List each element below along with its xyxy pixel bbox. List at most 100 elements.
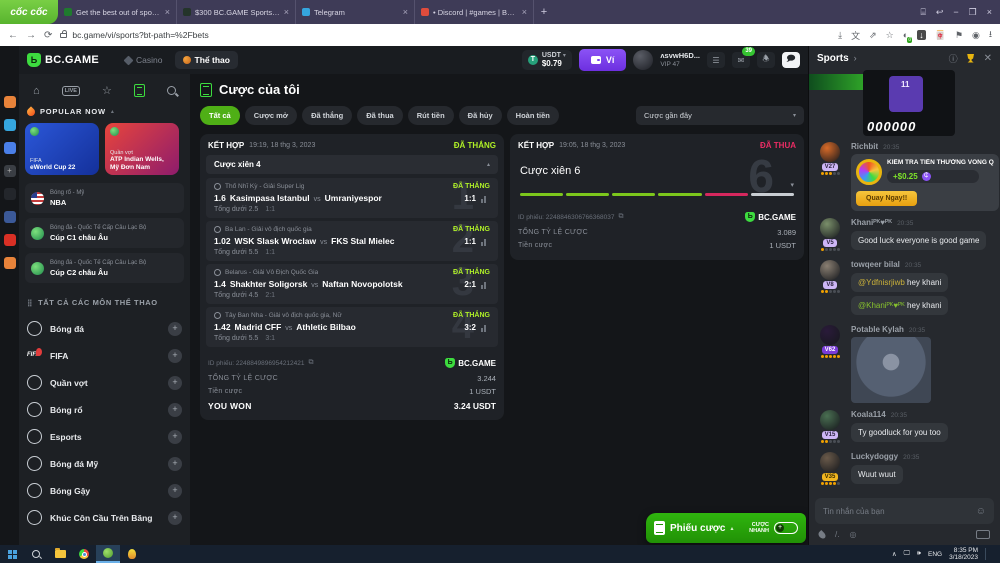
sidebar-item-fifa[interactable]: FIFAFIFA+ [25, 342, 184, 369]
expand-plus-icon[interactable]: + [168, 430, 182, 444]
quick-bet-toggle[interactable] [774, 522, 798, 534]
sidebar-league-item[interactable]: Bóng rổ - MỹNBA [25, 183, 184, 213]
mention[interactable]: @Khaniᴾᴷ♥ᴾᴷ [858, 301, 905, 310]
avatar[interactable] [820, 142, 840, 162]
stats-bars-icon[interactable] [481, 325, 488, 332]
balance-selector[interactable]: T USDT ▾ $0.79 [522, 50, 572, 70]
network-icon[interactable]: 🖵 [904, 550, 910, 558]
file-explorer-icon[interactable] [48, 545, 72, 563]
coin-drop-icon[interactable]: ◎ [849, 530, 856, 539]
chat-username[interactable]: Potable Kylah [851, 325, 904, 334]
chat-room-tab[interactable]: Sports [817, 53, 849, 64]
minimize-button[interactable]: − [953, 7, 958, 17]
filter-chip[interactable]: Rút tiền [408, 106, 454, 125]
close-window-button[interactable]: × [987, 7, 992, 17]
browser-tab[interactable]: • Discord | #games | BC G× [415, 0, 534, 24]
menu-icon[interactable]: ☰ [707, 52, 725, 68]
sidebar-item-b-ng-[interactable]: Bóng đá+ [25, 315, 184, 342]
close-chat-icon[interactable]: ✕ [984, 53, 992, 64]
wallet-button[interactable]: Ví [579, 49, 627, 71]
filter-chip[interactable]: Cược mở [245, 106, 297, 125]
chat-feed[interactable]: 11000000V27Richbit20:35KIỂM TRA TIỀN THƯ… [809, 70, 1000, 494]
sidebar-league-item[interactable]: Bóng đá - Quốc Tế Cấp Câu Lạc BộCúp C2 c… [25, 253, 184, 283]
avatar[interactable] [820, 410, 840, 430]
add-rail-icon[interactable]: + [4, 165, 16, 177]
language-indicator[interactable]: ENG [928, 551, 942, 558]
sidebar-item-b-ng-g-y[interactable]: Bóng Gậy+ [25, 477, 184, 504]
url-field[interactable]: bc.game/vi/sports?bt-path=%2Fbets [60, 30, 830, 40]
flag-extension-icon[interactable]: ⚑ [955, 30, 963, 41]
info-icon[interactable]: ⓘ [949, 52, 958, 65]
sort-dropdown[interactable]: Cược gần đây▾ [636, 106, 804, 125]
expand-plus-icon[interactable]: + [168, 403, 182, 417]
betslip-button[interactable]: Phiếu cược ▴ CƯỢCNHANH [646, 513, 806, 543]
bet-title-row[interactable]: Cược xiên 66▾ [510, 155, 804, 193]
expand-plus-icon[interactable]: + [168, 376, 182, 390]
bet-card-won[interactable]: KẾT HỢP19:19, 18 thg 3, 2023ĐÃ THẮNGCược… [200, 134, 504, 420]
expand-plus-icon[interactable]: + [168, 322, 182, 336]
filter-chip[interactable]: Hoàn tiền [507, 106, 559, 125]
bookmark-star-icon[interactable]: ☆ [886, 30, 894, 41]
expand-plus-icon[interactable]: + [168, 457, 182, 471]
copy-icon[interactable]: ⧉ [309, 359, 314, 367]
popular-now-header[interactable]: POPULAR NOW ▴ [25, 107, 184, 123]
profile-icon[interactable]: ◉ [972, 30, 980, 41]
avatar[interactable] [820, 325, 840, 345]
app-icon[interactable] [120, 545, 144, 563]
command-icon[interactable]: /. [835, 530, 839, 539]
chat-image[interactable]: 11000000 [863, 70, 955, 136]
chat-toggle-icon[interactable]: 🗩 [782, 52, 800, 68]
avatar[interactable] [820, 218, 840, 238]
stats-bars-icon[interactable] [481, 282, 488, 289]
collapse-icon[interactable]: ▴ [487, 161, 490, 168]
chat-username[interactable]: Khaniᴾᴷ♥ᴾᴷ [851, 218, 892, 227]
new-tab-button[interactable]: + [534, 0, 554, 24]
tab-search-icon[interactable]: ⌸ [920, 7, 925, 18]
sidebar-item-b-ng-m-[interactable]: Bóng đá Mỹ+ [25, 450, 184, 477]
share-icon[interactable]: ⇗ [869, 30, 877, 41]
expand-icon[interactable]: ▾ [790, 181, 794, 189]
chat-image[interactable] [851, 337, 931, 403]
sidebar-league-item[interactable]: Bóng đá - Quốc Tế Cấp Câu Lạc BộCúp C1 c… [25, 218, 184, 248]
expand-plus-icon[interactable]: + [168, 484, 182, 498]
chat-username[interactable]: Koala114 [851, 410, 886, 419]
downloads-icon[interactable]: ⭳ [989, 27, 992, 43]
chat-username[interactable]: Richbit [851, 142, 878, 151]
browser-tab[interactable]: $300 BC.GAME Sports Parla× [177, 0, 296, 24]
telegram-rail-icon[interactable] [4, 119, 16, 131]
show-desktop-button[interactable] [993, 545, 996, 563]
save-page-icon[interactable]: ⤓ [838, 30, 842, 41]
taskbar-search-icon[interactable] [24, 545, 48, 563]
bell-icon[interactable]: 🕭 [757, 52, 775, 68]
chat-input[interactable]: Tin nhắn của bạn ☺ [815, 498, 994, 524]
promo-card[interactable]: Quần vợtATP Indian Wells, Mỹ Đơn Nam [105, 123, 179, 175]
sidebar-item-b-ng-r-[interactable]: Bóng rổ+ [25, 396, 184, 423]
tab-close-icon[interactable]: × [165, 7, 170, 17]
tab-close-icon[interactable]: × [522, 7, 527, 17]
facebook-rail-icon[interactable] [4, 211, 16, 223]
sidebar-item-qu-n-v-t[interactable]: Quần vợt+ [25, 369, 184, 396]
back-button[interactable]: ← [8, 30, 18, 41]
bcgame-logo[interactable]: BC.GAME [27, 53, 99, 67]
chevron-right-icon[interactable]: › [854, 53, 857, 63]
favorites-star-icon[interactable]: ☆ [102, 84, 112, 97]
tab-close-icon[interactable]: × [403, 7, 408, 17]
home-icon[interactable]: ⌂ [33, 85, 40, 97]
avatar[interactable] [633, 50, 653, 70]
expand-plus-icon[interactable]: + [168, 349, 182, 363]
spin-now-button[interactable]: Quay Ngay!! [856, 191, 917, 206]
bet-card-lost[interactable]: KẾT HỢP19:05, 18 thg 3, 2023ĐÃ THUACược … [510, 134, 804, 260]
filter-chip[interactable]: Đã hủy [459, 106, 502, 125]
bookmark-rail-icon[interactable] [4, 96, 16, 108]
emoji-icon[interactable]: ☺ [976, 506, 986, 517]
coccoc-brand-button[interactable]: cốc cốc [0, 0, 58, 24]
messenger-rail-icon[interactable] [4, 142, 16, 154]
avatar[interactable] [820, 452, 840, 472]
mention[interactable]: @Ydfnisrjiwb [858, 278, 905, 287]
chrome-icon[interactable] [72, 545, 96, 563]
filter-chip[interactable]: Đã thắng [302, 106, 352, 125]
nav-casino[interactable]: Casino [117, 51, 170, 69]
chat-username[interactable]: Luckydoggy [851, 452, 898, 461]
youtube-rail-icon[interactable] [4, 234, 16, 246]
avatar[interactable] [820, 260, 840, 280]
